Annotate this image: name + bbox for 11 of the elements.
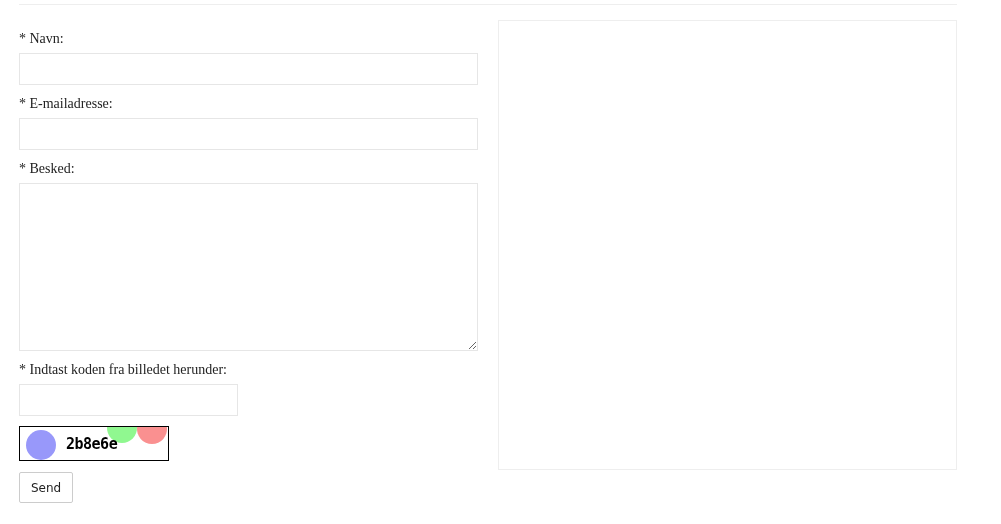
field-label: * Besked: [19, 160, 76, 177]
field-label: * E-mailadresse: [19, 95, 114, 112]
field-label: * Navn: [19, 30, 65, 47]
input-field[interactable] [19, 118, 478, 150]
field-label: * Indtast koden fra billedet herunder: [19, 361, 228, 378]
captcha-input-field[interactable] [19, 384, 238, 416]
send-button[interactable]: Send [19, 472, 74, 503]
input-field[interactable] [19, 53, 478, 85]
noise-circle [26, 430, 56, 460]
captcha-code: 2b8e6e [66, 435, 118, 453]
message-field[interactable] [19, 183, 478, 351]
